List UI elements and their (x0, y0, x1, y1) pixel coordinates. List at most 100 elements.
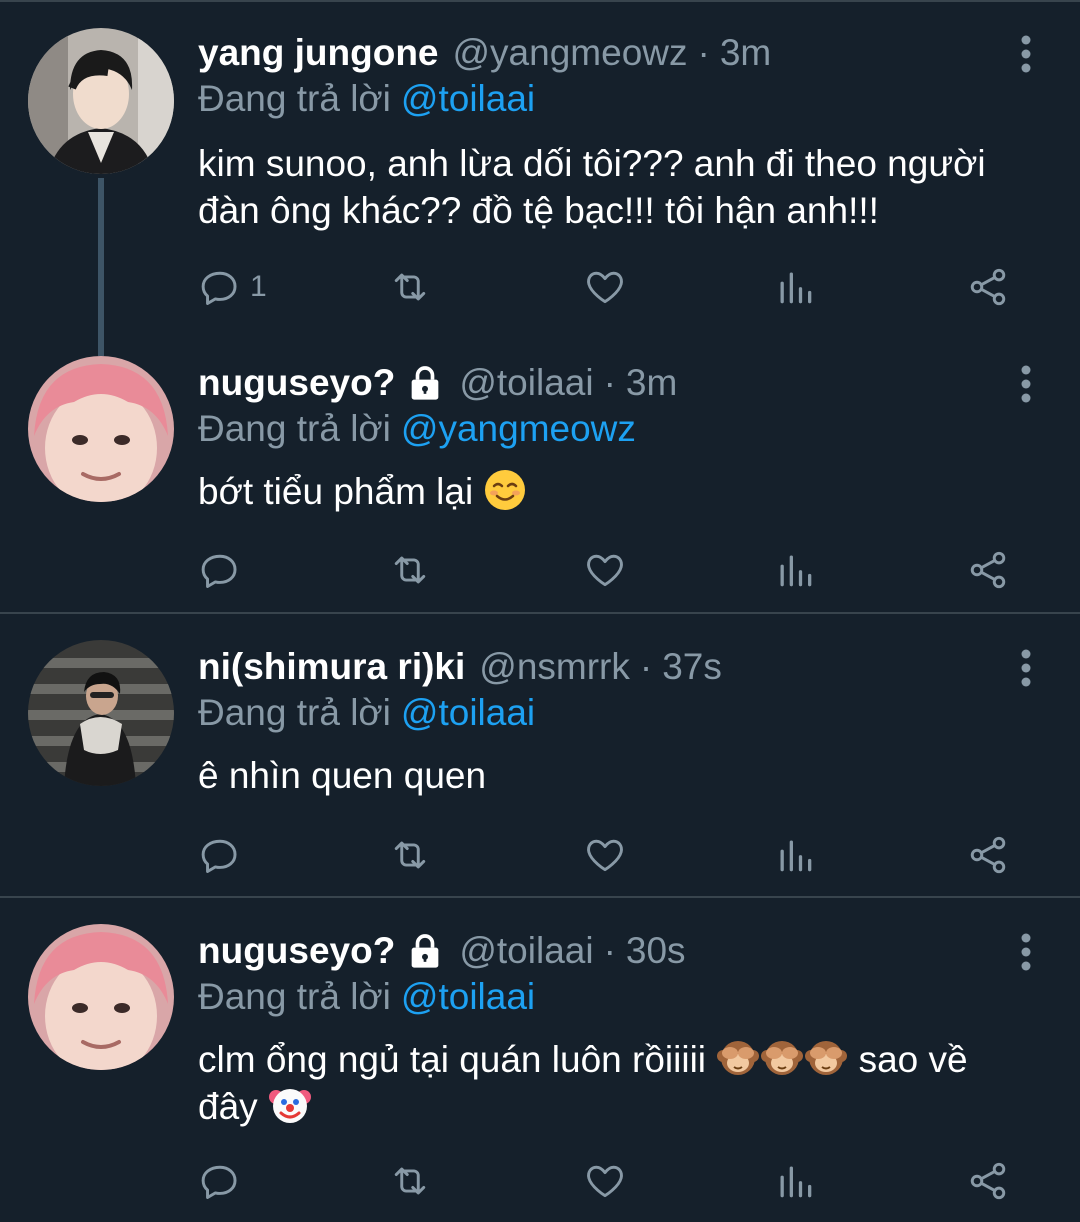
tweet-header: nuguseyo? @toilaai · 3m (198, 358, 677, 408)
clown-face-icon (268, 1089, 311, 1123)
separator-dot: · (639, 646, 653, 687)
display-name[interactable]: yang jungone (198, 32, 439, 74)
analytics-icon (780, 840, 812, 872)
tweet-header: yang jungone @yangmeowz · 3m (198, 28, 771, 78)
handle[interactable]: @nsmrrk (479, 646, 630, 688)
reply-mention-link[interactable]: @yangmeowz (401, 408, 636, 449)
tweet-text: kim sunoo, anh lừa dối tôi??? anh đi the… (198, 140, 1038, 234)
tweet-actions (198, 830, 1038, 880)
separator-dot: · (697, 32, 710, 73)
analytics-button[interactable] (773, 1156, 817, 1206)
reply-button[interactable]: 1 (198, 262, 267, 312)
replying-to: Đang trả lời @toilaai (198, 78, 535, 120)
avatar[interactable] (28, 924, 174, 1070)
like-button[interactable] (583, 830, 627, 880)
analytics-button[interactable] (773, 262, 817, 312)
handle[interactable]: @toilaai (459, 930, 593, 972)
tweet-nuguseyo-1[interactable]: nuguseyo? @toilaai · 3m Đang trả lời @yan… (0, 330, 1080, 613)
share-icon (970, 551, 1006, 589)
display-name[interactable]: nuguseyo? (198, 362, 395, 404)
share-icon (970, 836, 1006, 874)
tweet-header: nuguseyo? @toilaai · 30s (198, 926, 686, 976)
retweet-icon (394, 273, 426, 301)
smiling-face-icon (485, 470, 526, 510)
tweet-text-content: đây (198, 1086, 258, 1127)
more-options-icon[interactable] (1016, 648, 1036, 688)
tweet-text-content: clm ổng ngủ tại quán luôn rồiiiii (198, 1039, 707, 1080)
tweet-text-content: bớt tiểu phẩm lại (198, 471, 474, 512)
lock-icon (412, 934, 439, 968)
replying-to-label: Đang trả lời (198, 78, 391, 119)
tweet-header: ni(shimura ri)ki @nsmrrk · 37s (198, 642, 722, 692)
analytics-button[interactable] (773, 545, 817, 595)
replying-to: Đang trả lời @yangmeowz (198, 408, 636, 450)
tweet-actions (198, 545, 1038, 595)
separator-dot: · (603, 930, 616, 971)
display-name[interactable]: nuguseyo? (198, 930, 395, 972)
reply-mention-link[interactable]: @toilaai (401, 692, 535, 733)
reply-icon (201, 1165, 237, 1199)
retweet-icon (394, 1167, 426, 1195)
analytics-icon (780, 272, 812, 304)
analytics-icon (780, 1166, 812, 1198)
replying-to-label: Đang trả lời (198, 976, 391, 1017)
tweet-text-content: ê nhìn quen quen (198, 755, 487, 796)
tweet-yang-jungone[interactable]: yang jungone @yangmeowz · 3m Đang trả lờ… (0, 0, 1080, 356)
like-button[interactable] (583, 262, 627, 312)
tweet-text-content: sao về (858, 1039, 968, 1080)
see-no-evil-monkey-icon (761, 1041, 804, 1075)
handle[interactable]: @yangmeowz (453, 32, 688, 74)
retweet-button[interactable] (388, 262, 432, 312)
share-button[interactable] (966, 830, 1010, 880)
timestamp[interactable]: 3m (720, 32, 771, 74)
retweet-icon (394, 556, 426, 584)
tweet-text: ê nhìn quen quen (198, 752, 1038, 799)
retweet-button[interactable] (388, 545, 432, 595)
timestamp[interactable]: 30s (626, 930, 686, 972)
more-options-icon[interactable] (1016, 932, 1036, 972)
like-button[interactable] (583, 545, 627, 595)
reply-icon (201, 554, 237, 588)
more-options-icon[interactable] (1016, 34, 1036, 74)
separator-dot: · (603, 362, 616, 403)
reply-button[interactable] (198, 545, 242, 595)
tweet-text-line: kim sunoo, anh lừa dối tôi??? anh đi the… (198, 143, 986, 184)
analytics-icon (780, 555, 812, 587)
retweet-button[interactable] (388, 830, 432, 880)
timestamp[interactable]: 37s (662, 646, 722, 688)
tweet-actions: 1 (198, 262, 1038, 312)
tweet-nuguseyo-2[interactable]: nuguseyo? @toilaai · 30s Đang trả lời @to… (0, 898, 1080, 1222)
replying-to-label: Đang trả lời (198, 692, 391, 733)
avatar[interactable] (28, 640, 174, 786)
tweet-text-line: đàn ông khác?? đồ tệ bạc!!! tôi hận anh!… (198, 190, 879, 231)
share-button[interactable] (966, 1156, 1010, 1206)
tweet-nishimura-riki[interactable]: ni(shimura ri)ki @nsmrrk · 37s Đang trả … (0, 614, 1080, 897)
reply-count: 1 (250, 270, 267, 303)
reply-button[interactable] (198, 830, 242, 880)
reply-icon (201, 839, 237, 873)
more-options-icon[interactable] (1016, 364, 1036, 404)
share-button[interactable] (966, 262, 1010, 312)
tweet-text: bớt tiểu phẩm lại (198, 468, 1038, 515)
like-button[interactable] (583, 1156, 627, 1206)
reply-button[interactable] (198, 1156, 242, 1206)
heart-icon (587, 1165, 623, 1198)
tweet-actions (198, 1156, 1038, 1206)
avatar[interactable] (28, 28, 174, 174)
avatar[interactable] (28, 356, 174, 502)
reply-mention-link[interactable]: @toilaai (401, 976, 535, 1017)
tweet-text: clm ổng ngủ tại quán luôn rồiiiii sao về… (198, 1036, 1038, 1130)
analytics-button[interactable] (773, 830, 817, 880)
replying-to-label: Đang trả lời (198, 408, 391, 449)
see-no-evil-monkey-icon (805, 1041, 848, 1075)
display-name[interactable]: ni(shimura ri)ki (198, 646, 465, 688)
heart-icon (587, 839, 623, 872)
timestamp[interactable]: 3m (626, 362, 677, 404)
replying-to: Đang trả lời @toilaai (198, 976, 535, 1018)
handle[interactable]: @toilaai (459, 362, 593, 404)
reply-mention-link[interactable]: @toilaai (401, 78, 535, 119)
heart-icon (587, 271, 623, 304)
see-no-evil-monkey-icon (717, 1041, 760, 1075)
share-button[interactable] (966, 545, 1010, 595)
retweet-button[interactable] (388, 1156, 432, 1206)
